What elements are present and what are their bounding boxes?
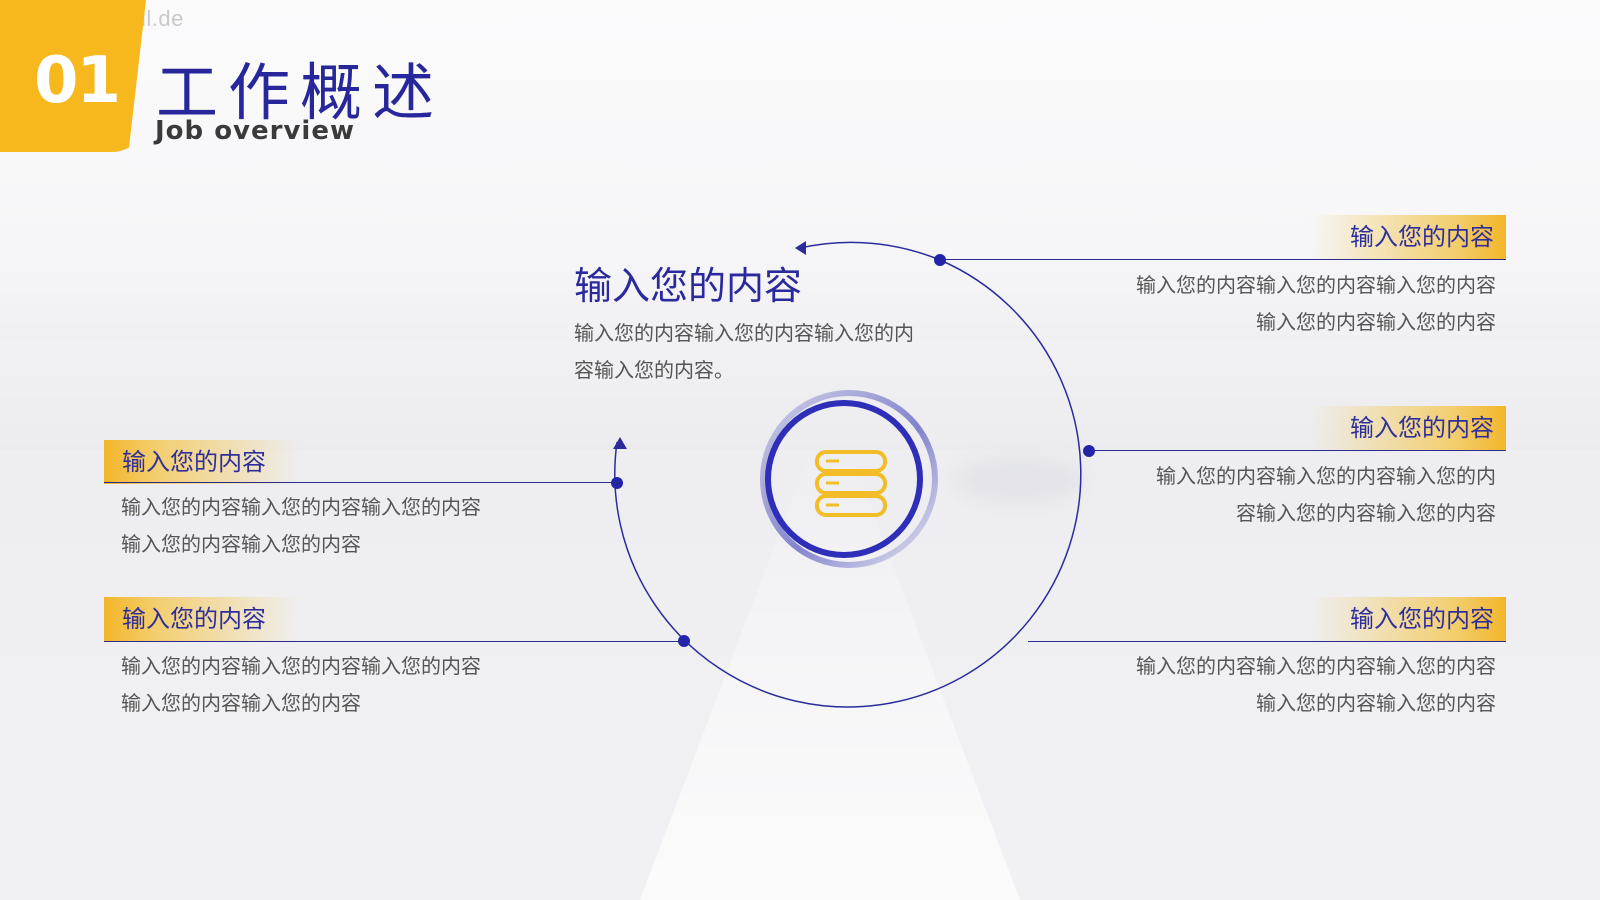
rule-left2 [104, 641, 684, 642]
arrow-head-left-icon [613, 437, 627, 449]
tag-right1: 输入您的内容 [1310, 215, 1506, 259]
desc-left2: 输入您的内容输入您的内容输入您的内容 输入您的内容输入您的内容 [121, 654, 481, 715]
desc-right2: 输入您的内容输入您的内容输入您的内 容输入您的内容输入您的内容 [1156, 464, 1496, 525]
rule-right2 [1089, 450, 1506, 451]
database-stack-icon [815, 450, 887, 517]
rule-left1 [104, 482, 617, 483]
rule-right1 [940, 259, 1506, 260]
tag-right2: 输入您的内容 [1310, 406, 1506, 450]
desc-left1: 输入您的内容输入您的内容输入您的内容 输入您的内容输入您的内容 [121, 495, 481, 556]
rule-right3 [1028, 641, 1506, 642]
node-dot-left1 [611, 477, 623, 489]
center-heading: 输入您的内容 [574, 264, 803, 308]
center-ring-fade [760, 390, 938, 568]
tag-left2: 输入您的内容 [104, 597, 300, 641]
center-description: 输入您的内容输入您的内容输入您的内容输入您的内容。 [574, 321, 914, 382]
desc-right3: 输入您的内容输入您的内容输入您的内容 输入您的内容输入您的内容 [1136, 654, 1496, 715]
center-ring [765, 400, 923, 558]
node-dot-right2 [1083, 445, 1095, 457]
arrow-head-top-icon [795, 241, 806, 255]
tag-right3: 输入您的内容 [1310, 597, 1506, 641]
desc-right1: 输入您的内容输入您的内容输入您的内容 输入您的内容输入您的内容 [1136, 273, 1496, 334]
node-dot-right1 [934, 254, 946, 266]
cycle-arc-top [799, 241, 941, 261]
tag-left1: 输入您的内容 [104, 440, 300, 484]
